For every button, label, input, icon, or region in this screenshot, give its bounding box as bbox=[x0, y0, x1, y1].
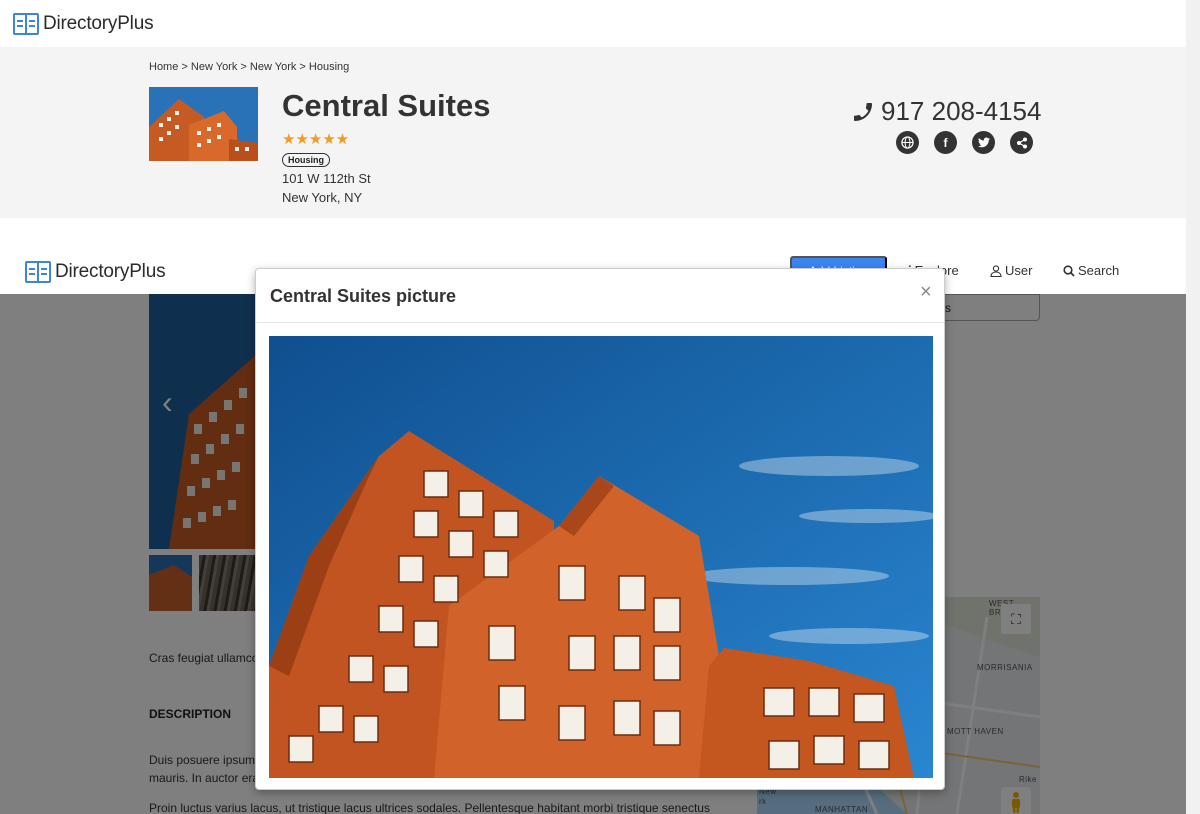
listing-title: Central Suites bbox=[282, 88, 491, 123]
brand-name: DirectoryPlus bbox=[55, 261, 166, 282]
nav-search[interactable]: Search bbox=[1063, 263, 1119, 278]
category-badge[interactable]: Housing bbox=[282, 153, 330, 167]
close-icon[interactable]: × bbox=[920, 281, 932, 304]
globe-icon[interactable] bbox=[896, 131, 919, 154]
directory-logo-icon bbox=[25, 261, 51, 283]
share-icon[interactable] bbox=[1010, 131, 1033, 154]
modal-divider bbox=[256, 322, 944, 323]
facebook-icon[interactable]: f bbox=[934, 131, 957, 154]
brand-name: DirectoryPlus bbox=[43, 13, 154, 34]
listing-picture bbox=[269, 336, 933, 778]
nav-user-label: User bbox=[1005, 263, 1033, 278]
listing-header: Home > New York > New York > Housing Cen… bbox=[0, 47, 1186, 218]
social-links: f bbox=[896, 131, 1033, 154]
twitter-icon[interactable] bbox=[972, 131, 995, 154]
listing-thumbnail[interactable] bbox=[149, 87, 258, 161]
search-icon bbox=[1063, 264, 1075, 277]
phone-icon bbox=[854, 102, 872, 121]
modal-title: Central Suites picture bbox=[270, 286, 457, 306]
image-modal: Central Suites picture × bbox=[255, 268, 945, 790]
user-icon bbox=[990, 264, 1002, 277]
address-line-2: New York, NY bbox=[282, 190, 363, 205]
address-line-1: 101 W 112th St bbox=[282, 171, 371, 186]
rating-stars-icon: ★★★★★ bbox=[282, 131, 350, 148]
page-scrollbar[interactable] bbox=[1186, 0, 1200, 814]
brand-logo[interactable]: DirectoryPlus bbox=[13, 13, 154, 35]
navbar-logo[interactable]: DirectoryPlus bbox=[25, 261, 166, 283]
phone-number: 917 208-4154 bbox=[881, 96, 1042, 126]
nav-user[interactable]: User bbox=[990, 263, 1032, 278]
breadcrumb[interactable]: Home > New York > New York > Housing bbox=[149, 61, 349, 73]
phone-block[interactable]: 917 208-4154 bbox=[851, 96, 1041, 127]
nav-search-label: Search bbox=[1078, 263, 1120, 278]
top-logo-bar: DirectoryPlus bbox=[0, 0, 1186, 47]
directory-logo-icon bbox=[13, 13, 39, 35]
